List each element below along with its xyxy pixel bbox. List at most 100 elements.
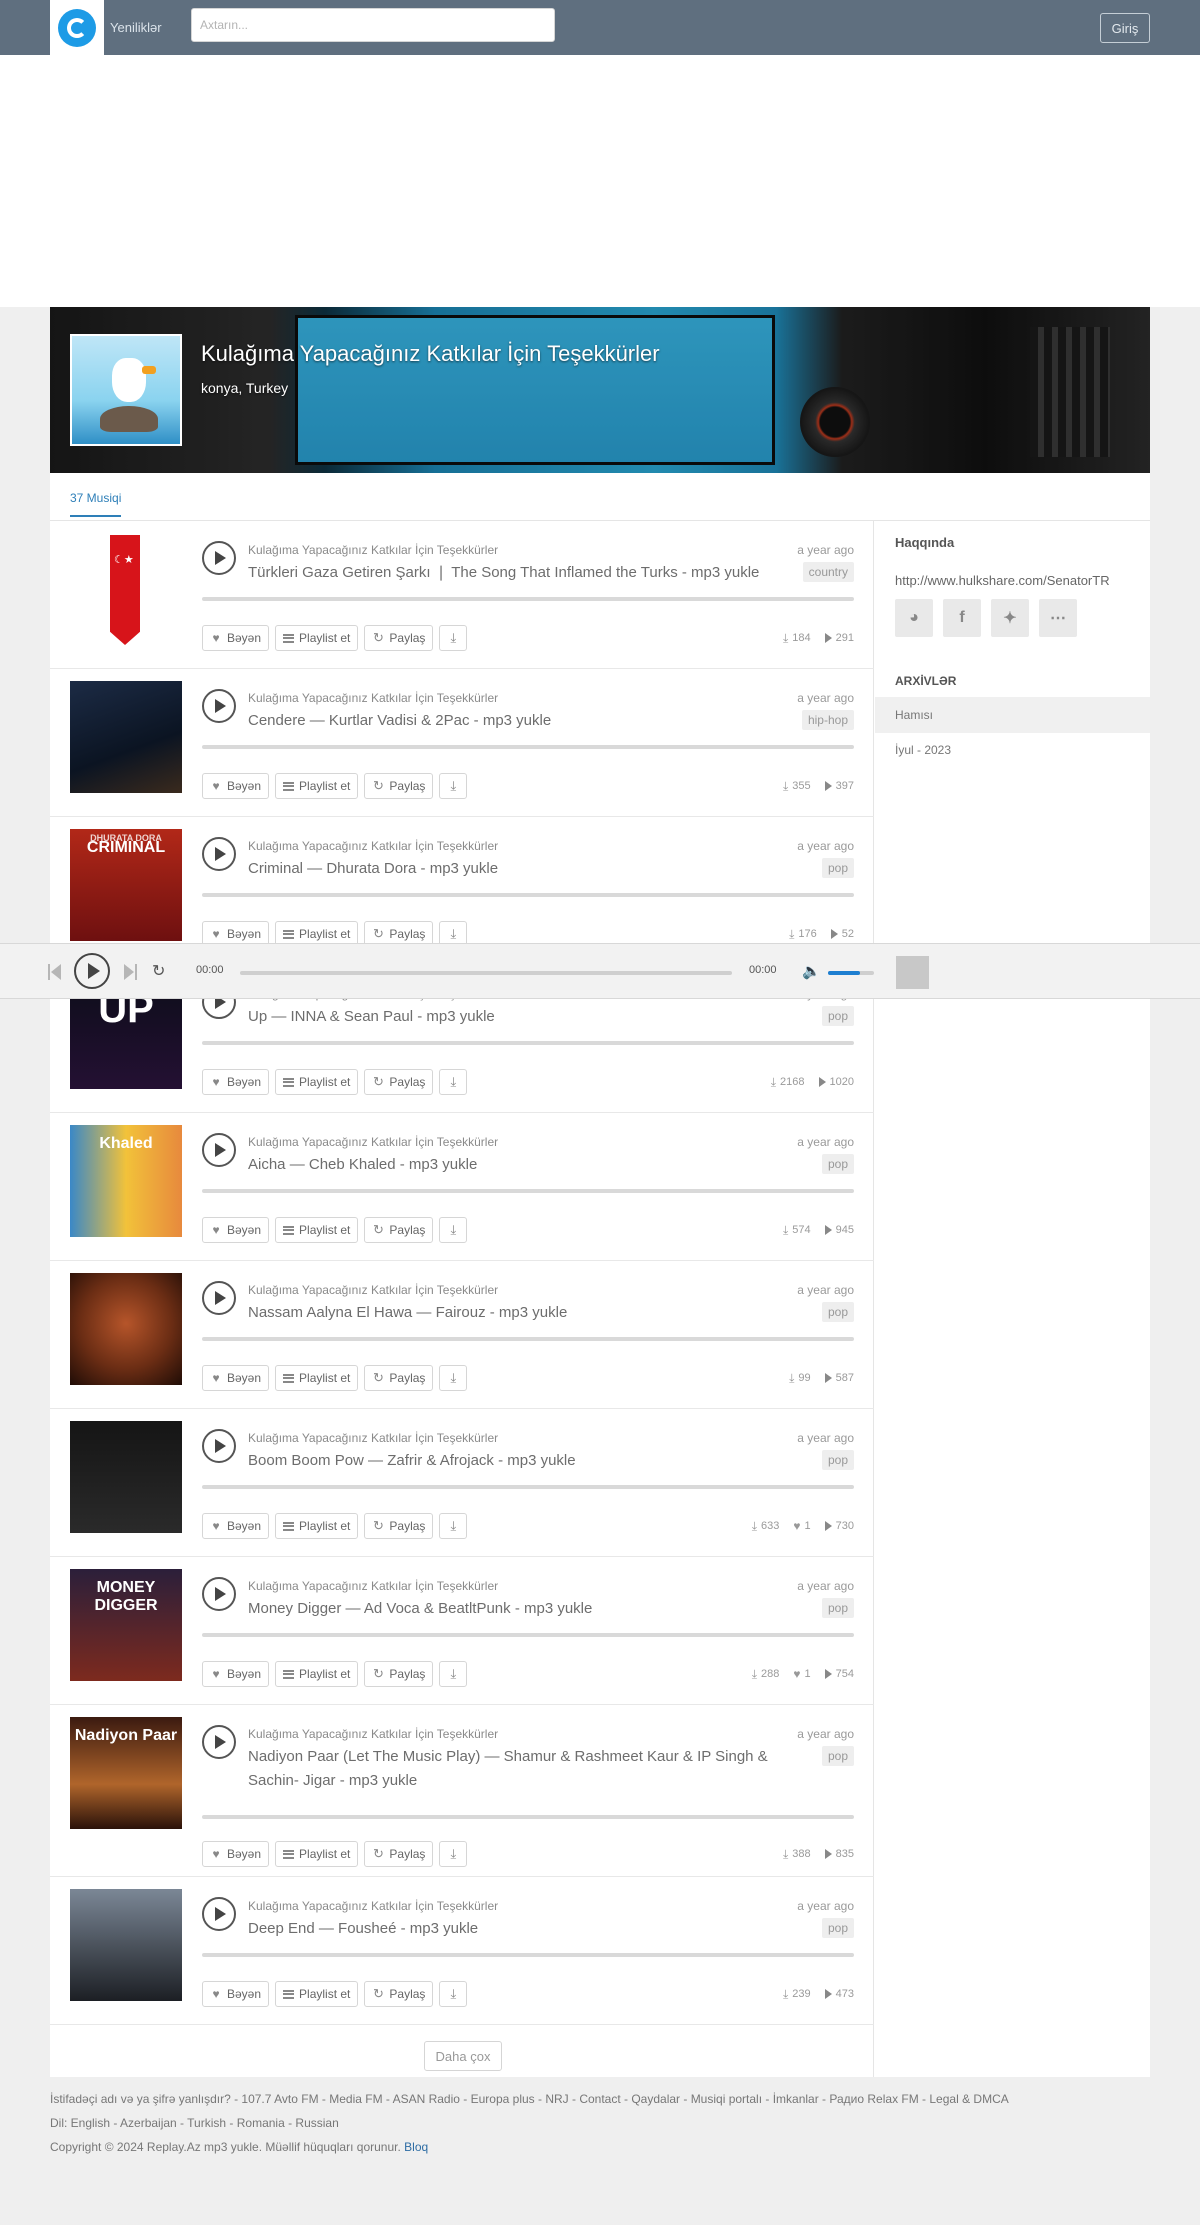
- track-title[interactable]: Nadiyon Paar (Let The Music Play) — Sham…: [248, 1745, 788, 1793]
- genre-badge[interactable]: pop: [821, 858, 854, 878]
- track-play-button[interactable]: [202, 1281, 236, 1315]
- track-artist[interactable]: Kulağıma Yapacağınız Katkılar İçin Teşek…: [248, 1283, 498, 1297]
- like-button[interactable]: Bəyən: [202, 1217, 270, 1243]
- track-artist[interactable]: Kulağıma Yapacağınız Katkılar İçin Teşek…: [248, 1135, 498, 1149]
- track-play-button[interactable]: [202, 1429, 236, 1463]
- load-more-button[interactable]: Daha çox: [424, 2041, 502, 2071]
- track-progress-bar[interactable]: [202, 597, 854, 601]
- track-play-button[interactable]: [202, 1577, 236, 1611]
- track-title[interactable]: Boom Boom Pow — Zafrir & Afrojack - mp3 …: [248, 1449, 788, 1473]
- download-button[interactable]: [439, 1981, 468, 2007]
- track-artist[interactable]: Kulağıma Yapacağınız Katkılar İçin Teşek…: [248, 1431, 498, 1445]
- download-button[interactable]: [439, 1365, 468, 1391]
- track-cover[interactable]: Khaled: [70, 1125, 182, 1237]
- archive-item-all[interactable]: Hamısı: [875, 697, 1150, 733]
- add-to-playlist-button[interactable]: Playlist et: [275, 1365, 359, 1391]
- track-cover[interactable]: Nadiyon Paar: [70, 1717, 182, 1829]
- track-artist[interactable]: Kulağıma Yapacağınız Katkılar İçin Teşek…: [248, 839, 498, 853]
- track-cover[interactable]: [70, 1273, 182, 1385]
- track-artist[interactable]: Kulağıma Yapacağınız Katkılar İçin Teşek…: [248, 543, 498, 557]
- track-progress-bar[interactable]: [202, 893, 854, 897]
- group-icon[interactable]: ⋯: [1039, 599, 1077, 637]
- track-play-button[interactable]: [202, 1897, 236, 1931]
- track-cover[interactable]: CRIMINAL DHURATA DORA: [70, 829, 182, 941]
- globe-icon[interactable]: ◕: [895, 599, 933, 637]
- track-progress-bar[interactable]: [202, 1633, 854, 1637]
- repeat-icon[interactable]: ↻: [152, 961, 165, 981]
- next-icon[interactable]: [124, 964, 138, 980]
- track-progress-bar[interactable]: [202, 1337, 854, 1341]
- share-button[interactable]: Paylaş: [364, 1365, 434, 1391]
- download-button[interactable]: [439, 1841, 468, 1867]
- track-artist[interactable]: Kulağıma Yapacağınız Katkılar İçin Teşek…: [248, 1727, 498, 1741]
- download-button[interactable]: [439, 1661, 468, 1687]
- genre-badge[interactable]: pop: [821, 1746, 854, 1766]
- track-artist[interactable]: Kulağıma Yapacağınız Katkılar İçin Teşek…: [248, 691, 498, 705]
- track-title[interactable]: Nassam Aalyna El Hawa — Fairouz - mp3 yu…: [248, 1301, 788, 1325]
- track-progress-bar[interactable]: [202, 1041, 854, 1045]
- profile-avatar[interactable]: [70, 334, 182, 446]
- genre-badge[interactable]: pop: [821, 1918, 854, 1938]
- share-button[interactable]: Paylaş: [364, 1217, 434, 1243]
- genre-badge[interactable]: pop: [821, 1302, 854, 1322]
- volume-slider[interactable]: [828, 971, 874, 975]
- profile-link[interactable]: http://www.hulkshare.com/SenatorTR: [895, 573, 1110, 588]
- like-button[interactable]: Bəyən: [202, 1069, 270, 1095]
- genre-badge[interactable]: hip-hop: [801, 710, 854, 730]
- add-to-playlist-button[interactable]: Playlist et: [275, 1981, 359, 2007]
- download-button[interactable]: [439, 1069, 468, 1095]
- add-to-playlist-button[interactable]: Playlist et: [275, 1661, 359, 1687]
- tab-music[interactable]: 37 Musiqi: [70, 491, 122, 517]
- like-button[interactable]: Bəyən: [202, 1513, 270, 1539]
- footer-languages[interactable]: Dil: English - Azerbaijan - Turkish - Ro…: [50, 2111, 1150, 2135]
- share-button[interactable]: Paylaş: [364, 1661, 434, 1687]
- track-title[interactable]: Aicha — Cheb Khaled - mp3 yukle: [248, 1153, 788, 1177]
- archive-item-july-2023[interactable]: İyul - 2023: [875, 732, 1150, 768]
- facebook-icon[interactable]: f: [943, 599, 981, 637]
- track-cover[interactable]: [70, 533, 182, 645]
- genre-badge[interactable]: pop: [821, 1154, 854, 1174]
- download-button[interactable]: [439, 625, 468, 651]
- like-button[interactable]: Bəyən: [202, 1841, 270, 1867]
- share-button[interactable]: Paylaş: [364, 773, 434, 799]
- footer-links[interactable]: İstifadəçi adı və ya şifrə yanlışdır? - …: [50, 2087, 1150, 2111]
- previous-icon[interactable]: [48, 964, 62, 980]
- track-progress-bar[interactable]: [202, 745, 854, 749]
- track-cover[interactable]: [70, 681, 182, 793]
- track-cover[interactable]: MONEY DIGGER: [70, 1569, 182, 1681]
- track-cover[interactable]: [70, 1889, 182, 2001]
- add-to-playlist-button[interactable]: Playlist et: [275, 1217, 359, 1243]
- like-button[interactable]: Bəyən: [202, 1661, 270, 1687]
- track-progress-bar[interactable]: [202, 1189, 854, 1193]
- add-to-playlist-button[interactable]: Playlist et: [275, 773, 359, 799]
- like-button[interactable]: Bəyən: [202, 773, 270, 799]
- track-artist[interactable]: Kulağıma Yapacağınız Katkılar İçin Teşek…: [248, 1579, 498, 1593]
- player-play-button[interactable]: [74, 953, 110, 989]
- add-to-playlist-button[interactable]: Playlist et: [275, 1513, 359, 1539]
- seek-bar[interactable]: [240, 971, 732, 975]
- add-to-playlist-button[interactable]: Playlist et: [275, 1841, 359, 1867]
- track-progress-bar[interactable]: [202, 1953, 854, 1957]
- add-to-playlist-button[interactable]: Playlist et: [275, 1069, 359, 1095]
- genre-badge[interactable]: pop: [821, 1598, 854, 1618]
- track-progress-bar[interactable]: [202, 1485, 854, 1489]
- track-title[interactable]: Türkleri Gaza Getiren Şarkı ❘ The Song T…: [248, 561, 788, 585]
- track-play-button[interactable]: [202, 837, 236, 871]
- like-button[interactable]: Bəyən: [202, 1981, 270, 2007]
- share-button[interactable]: Paylaş: [364, 1981, 434, 2007]
- track-play-button[interactable]: [202, 689, 236, 723]
- track-title[interactable]: Deep End — Fousheé - mp3 yukle: [248, 1917, 788, 1941]
- twitter-icon[interactable]: ✦: [991, 599, 1029, 637]
- track-title[interactable]: Criminal — Dhurata Dora - mp3 yukle: [248, 857, 788, 881]
- like-button[interactable]: Bəyən: [202, 1365, 270, 1391]
- share-button[interactable]: Paylaş: [364, 1069, 434, 1095]
- download-button[interactable]: [439, 773, 468, 799]
- genre-badge[interactable]: country: [802, 562, 854, 582]
- share-button[interactable]: Paylaş: [364, 1513, 434, 1539]
- share-button[interactable]: Paylaş: [364, 1841, 434, 1867]
- share-button[interactable]: Paylaş: [364, 625, 434, 651]
- track-cover[interactable]: [70, 1421, 182, 1533]
- track-play-button[interactable]: [202, 1725, 236, 1759]
- blog-link[interactable]: Bloq: [404, 2140, 428, 2154]
- track-progress-bar[interactable]: [202, 1815, 854, 1819]
